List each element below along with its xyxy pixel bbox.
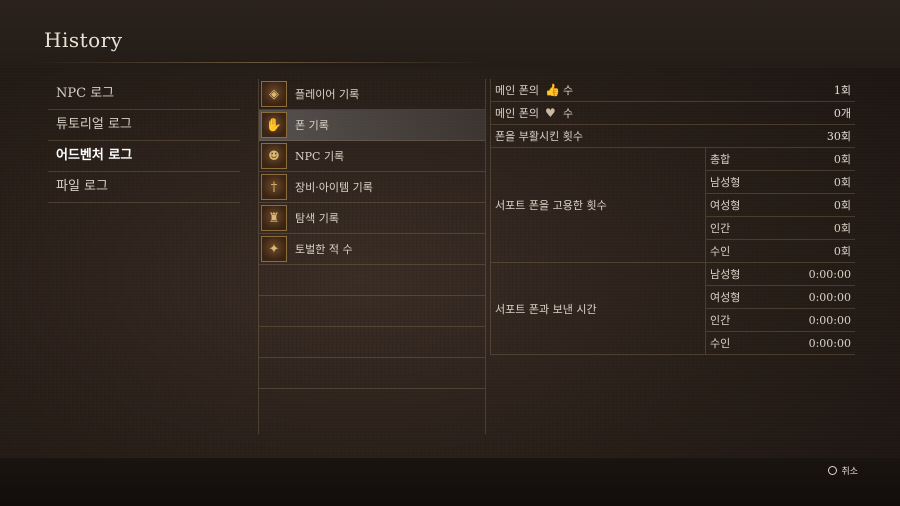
enemy-icon: ✦ — [261, 236, 287, 262]
stat-label-part: 수 — [562, 84, 574, 97]
record-empty-slot — [259, 296, 485, 327]
sub-label: 총합 — [710, 153, 731, 166]
sub-label: 수인 — [710, 245, 731, 258]
sub-value: 0회 — [833, 245, 851, 258]
thumbs-up-icon: 👍 — [544, 83, 560, 97]
hired-total-row: 총합 0회 — [706, 148, 855, 171]
hired-human-row: 인간 0회 — [706, 217, 855, 240]
category-label: 파일 로그 — [56, 179, 108, 194]
record-label: 장비·아이템 기록 — [295, 181, 373, 194]
stat-label-part: 메인 폰의 — [495, 84, 539, 97]
sub-label: 남성형 — [710, 268, 741, 281]
record-empty-slot — [259, 265, 485, 296]
stat-group-hired: 서포트 폰을 고용한 횟수 총합 0회 남성형 0회 여성형 0회 인간 0회 수인 0회 — [491, 148, 855, 263]
category-tutorial-log[interactable]: 튜토리얼 로그 — [48, 110, 240, 141]
category-file-log[interactable]: 파일 로그 — [48, 172, 240, 203]
cancel-label: 취소 — [841, 467, 858, 477]
record-label: 토벌한 적 수 — [295, 243, 353, 256]
header-band — [0, 0, 900, 68]
category-label: 튜토리얼 로그 — [56, 117, 132, 132]
sub-value: 0:00:00 — [808, 313, 851, 327]
record-exploration[interactable]: ♜ 탐색 기록 — [259, 203, 485, 234]
category-empty-slot — [48, 203, 240, 233]
stat-label-part: 메인 폰의 — [495, 107, 539, 120]
record-label: 탐색 기록 — [295, 212, 339, 225]
player-emblem-icon: ◈ — [261, 81, 287, 107]
category-list: NPC 로그 튜토리얼 로그 어드벤처 로그 파일 로그 — [48, 79, 240, 233]
pawn-stats-panel: 메인 폰의 👍 수 1회 메인 폰의 ♥ 수 0개 폰을 부활시킨 횟수 30회 서포트… — [490, 79, 855, 355]
record-list: ◈ 플레이어 기록 ✋ 폰 기록 ☻ NPC 기록 † 장비·아이템 기록 ♜ … — [258, 79, 486, 434]
record-pawn[interactable]: ✋ 폰 기록 — [259, 110, 485, 141]
sub-value: 0:00:00 — [808, 267, 851, 281]
stat-label-part: 수 — [562, 107, 574, 120]
sub-label: 여성형 — [710, 291, 741, 304]
stat-value: 0개 — [833, 107, 851, 120]
stat-revived-count: 폰을 부활시킨 횟수 30회 — [491, 125, 855, 148]
time-human-row: 인간 0:00:00 — [706, 309, 855, 332]
npc-portrait-icon: ☻ — [261, 143, 287, 169]
equipment-icon: † — [261, 174, 287, 200]
record-enemies[interactable]: ✦ 토벌한 적 수 — [259, 234, 485, 265]
title-divider — [30, 62, 490, 63]
stat-main-pawn-likes: 메인 폰의 👍 수 1회 — [491, 79, 855, 102]
category-npc-log[interactable]: NPC 로그 — [48, 79, 240, 110]
sub-label: 남성형 — [710, 176, 741, 189]
cancel-button[interactable]: 취소 — [828, 464, 858, 477]
sub-value: 0:00:00 — [808, 290, 851, 304]
sub-label: 여성형 — [710, 199, 741, 212]
hired-male-row: 남성형 0회 — [706, 171, 855, 194]
sub-value: 0회 — [833, 199, 851, 212]
group-label: 서포트 폰을 고용한 횟수 — [491, 148, 706, 262]
stat-group-time: 서포트 폰과 보낸 시간 남성형 0:00:00 여성형 0:00:00 인간 0:0… — [491, 263, 855, 355]
heart-icon: ♥ — [544, 106, 556, 120]
pawn-hand-icon: ✋ — [261, 112, 287, 138]
sub-label: 인간 — [710, 314, 731, 327]
time-male-row: 남성형 0:00:00 — [706, 263, 855, 286]
stat-value: 30회 — [826, 130, 851, 143]
category-label: 어드벤처 로그 — [56, 148, 133, 163]
sub-label: 인간 — [710, 222, 731, 235]
record-label: 플레이어 기록 — [295, 88, 360, 101]
exploration-icon: ♜ — [261, 205, 287, 231]
footer-bar — [0, 458, 900, 506]
sub-label: 수인 — [710, 337, 731, 350]
record-empty-slot — [259, 358, 485, 389]
record-label: NPC 기록 — [295, 150, 345, 163]
group-label: 서포트 폰과 보낸 시간 — [491, 263, 706, 354]
time-beastren-row: 수인 0:00:00 — [706, 332, 855, 354]
record-equipment[interactable]: † 장비·아이템 기록 — [259, 172, 485, 203]
category-label: NPC 로그 — [56, 86, 115, 101]
category-adventure-log[interactable]: 어드벤처 로그 — [48, 141, 240, 172]
time-female-row: 여성형 0:00:00 — [706, 286, 855, 309]
sub-value: 0회 — [833, 153, 851, 166]
stat-label: 폰을 부활시킨 횟수 — [495, 130, 583, 143]
sub-value: 0:00:00 — [808, 336, 851, 350]
stat-main-pawn-hearts: 메인 폰의 ♥ 수 0개 — [491, 102, 855, 125]
page-title: History — [44, 28, 123, 52]
stat-label: 메인 폰의 👍 수 — [495, 82, 573, 98]
stat-value: 1회 — [833, 84, 851, 97]
sub-value: 0회 — [833, 222, 851, 235]
record-player[interactable]: ◈ 플레이어 기록 — [259, 79, 485, 110]
record-npc[interactable]: ☻ NPC 기록 — [259, 141, 485, 172]
stat-label: 메인 폰의 ♥ 수 — [495, 105, 573, 121]
hired-beastren-row: 수인 0회 — [706, 240, 855, 262]
circle-button-icon — [828, 466, 838, 475]
sub-value: 0회 — [833, 176, 851, 189]
record-label: 폰 기록 — [295, 119, 329, 132]
record-empty-slot — [259, 327, 485, 358]
hired-female-row: 여성형 0회 — [706, 194, 855, 217]
